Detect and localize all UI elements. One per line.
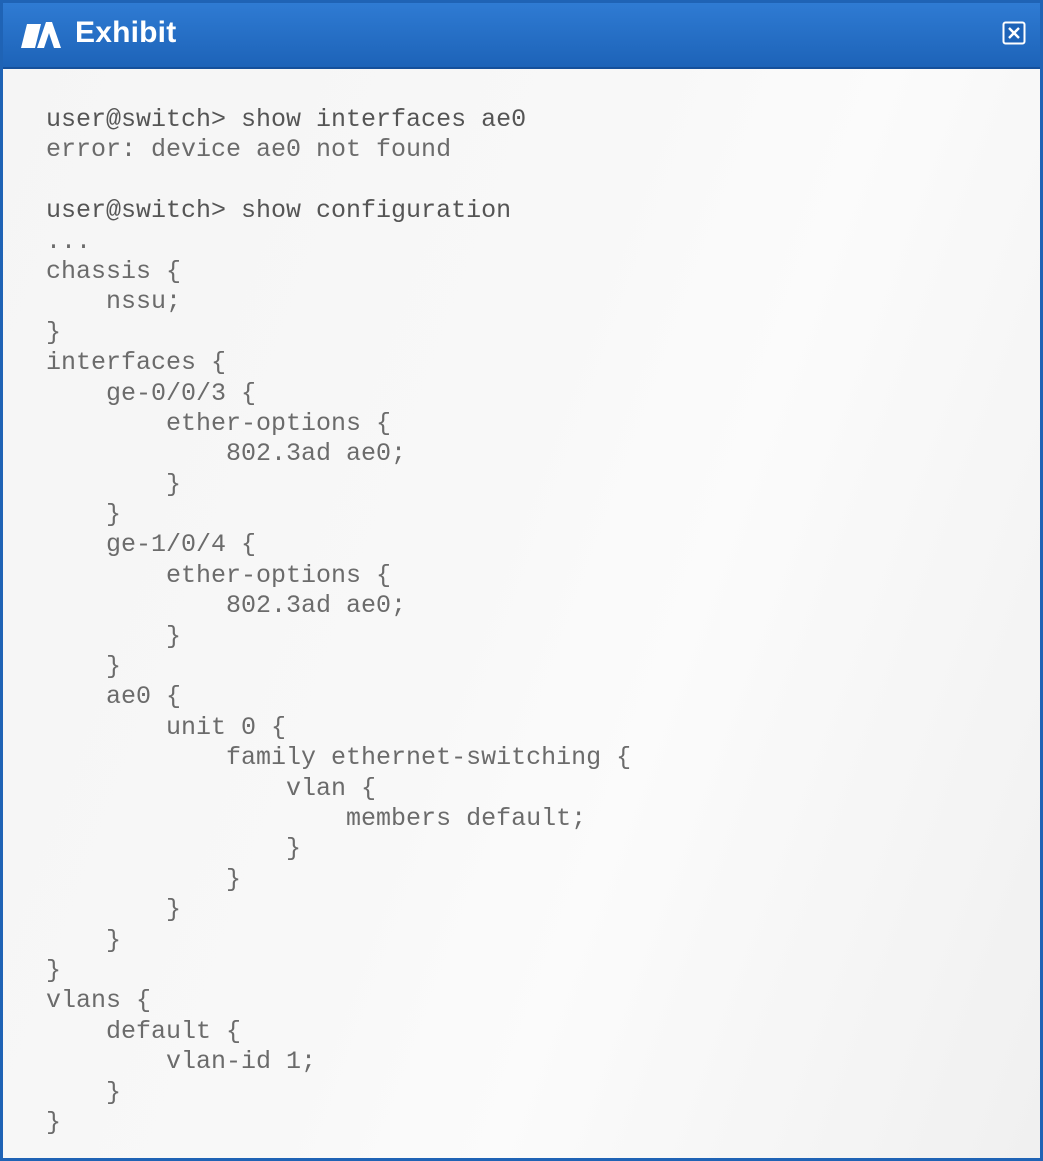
output-line: error: device ae0 not found	[46, 135, 452, 165]
output-line: vlan-id 1;	[46, 1047, 317, 1077]
output-line: ge-0/0/3 {	[46, 378, 257, 408]
output-line: interfaces {	[46, 348, 227, 378]
output-line: }	[46, 925, 122, 955]
output-line: ...	[46, 226, 92, 256]
command-line: user@switch> show interfaces ae0	[46, 105, 527, 134]
output-line: 802.3ad ae0;	[46, 591, 407, 621]
window-title: Exhibit	[75, 16, 177, 49]
output-line: }	[46, 500, 122, 530]
output-line: }	[46, 469, 182, 499]
output-line: ether-options {	[46, 408, 392, 438]
output-line: ae0 {	[46, 682, 182, 712]
output-line: }	[46, 834, 302, 864]
output-line: vlan {	[46, 773, 377, 803]
output-line: chassis {	[46, 256, 182, 286]
title-bar[interactable]: Exhibit	[3, 3, 1040, 69]
output-line: family ethernet-switching {	[46, 743, 632, 773]
output-line: ether-options {	[46, 560, 392, 590]
output-line: unit 0 {	[46, 712, 287, 742]
output-line: default {	[46, 1016, 242, 1046]
exhibit-window: Exhibit user@switch> show interfaces ae0…	[0, 0, 1043, 1161]
output-line: }	[46, 1107, 62, 1137]
output-line: }	[46, 955, 62, 985]
close-icon[interactable]	[1002, 21, 1026, 45]
output-line: members default;	[46, 803, 587, 833]
output-line: }	[46, 1077, 122, 1107]
output-line: }	[46, 621, 182, 651]
output-line: }	[46, 652, 122, 682]
terminal-output: user@switch> show interfaces ae0 error: d…	[46, 105, 631, 1138]
output-line: vlans {	[46, 986, 152, 1016]
output-line: }	[46, 895, 182, 925]
exhibit-icon	[21, 22, 61, 48]
output-line: ge-1/0/4 {	[46, 530, 257, 560]
output-line: 802.3ad ae0;	[46, 439, 407, 469]
command-line: user@switch> show configuration	[46, 196, 512, 226]
output-line: }	[46, 317, 62, 347]
exhibit-content: user@switch> show interfaces ae0 error: d…	[3, 69, 1040, 1158]
output-line: nssu;	[46, 287, 182, 317]
output-line: }	[46, 864, 242, 894]
